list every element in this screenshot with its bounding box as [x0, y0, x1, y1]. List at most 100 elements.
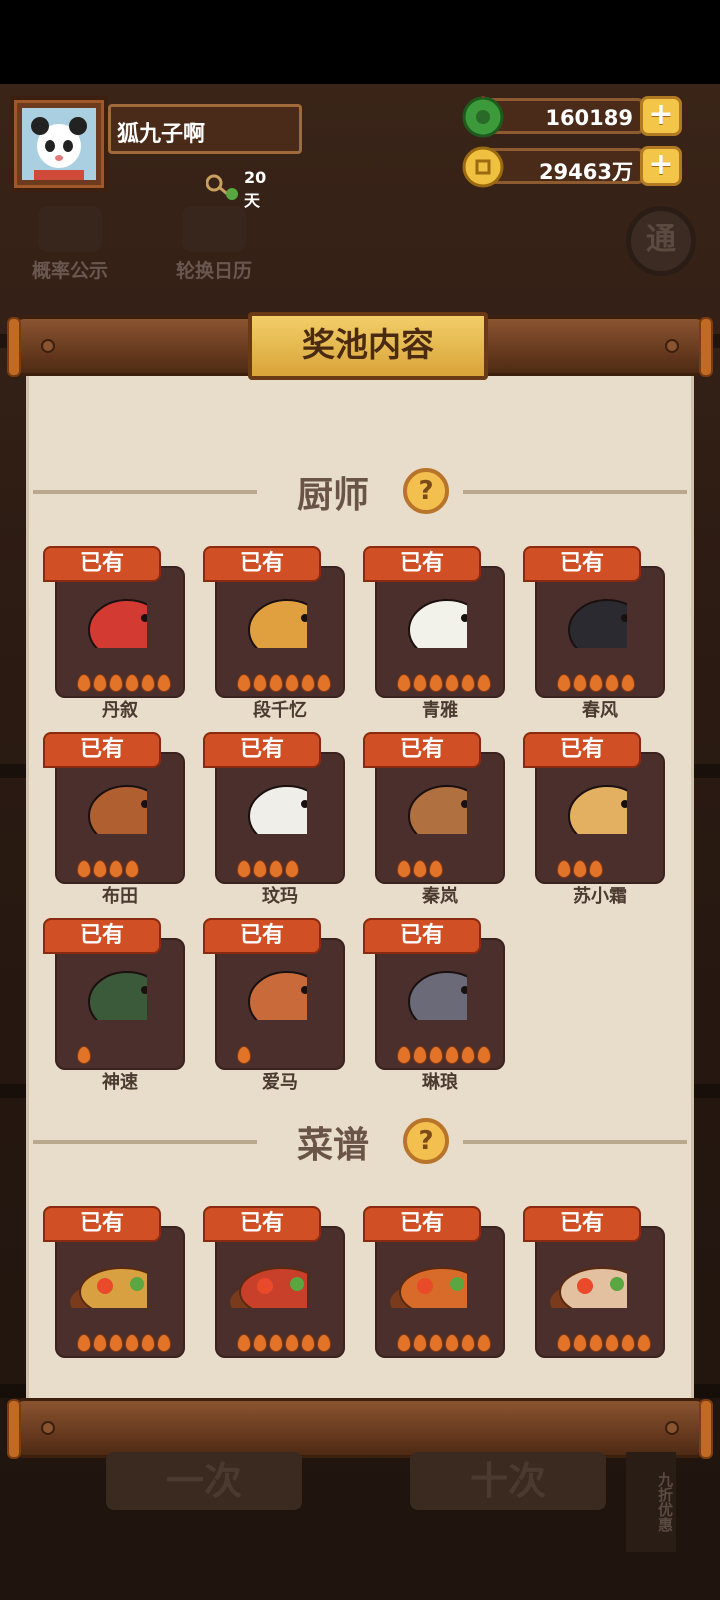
- flame-icon: [253, 860, 267, 878]
- flame-icon: [397, 1334, 411, 1352]
- rod-end: [7, 317, 21, 377]
- coin-currency[interactable]: 29463万 +: [462, 146, 682, 188]
- chef-card[interactable]: 已有 秦岚: [363, 732, 505, 907]
- key-icon: [205, 174, 240, 206]
- rod-end: [7, 1399, 21, 1459]
- rotation-calendar-button[interactable]: 轮换日历: [168, 206, 260, 283]
- divider: [463, 490, 687, 494]
- chef-card[interactable]: 已有苏小霜: [523, 732, 665, 907]
- chef-card[interactable]: 已有 丹叙: [43, 546, 185, 721]
- owned-badge: 已有: [363, 1206, 481, 1242]
- flame-icon: [413, 1334, 427, 1352]
- divider: [33, 490, 257, 494]
- rod-end: [699, 1399, 713, 1459]
- owned-badge: 已有: [203, 732, 321, 768]
- rarity-flames: [557, 860, 603, 878]
- flame-icon: [93, 860, 107, 878]
- recipe-card[interactable]: 已有: [363, 1206, 505, 1376]
- chef-card[interactable]: 已有 春风: [523, 546, 665, 721]
- chef-card[interactable]: 已有 段千忆: [203, 546, 345, 721]
- nail: [665, 1421, 679, 1435]
- flame-icon: [605, 674, 619, 692]
- flame-icon: [125, 674, 139, 692]
- flame-icon: [461, 1334, 475, 1352]
- flame-icon: [637, 1334, 651, 1352]
- chef-card[interactable]: 已有爱马: [203, 918, 345, 1093]
- owned-badge: 已有: [203, 1206, 321, 1242]
- owned-badge: 已有: [523, 732, 641, 768]
- flame-icon: [429, 1046, 443, 1064]
- coin-icon: [462, 146, 504, 188]
- flame-icon: [157, 674, 171, 692]
- owned-badge: 已有: [203, 918, 321, 954]
- flame-icon: [269, 674, 283, 692]
- flame-icon: [589, 1334, 603, 1352]
- draw-once-button[interactable]: 一次: [106, 1452, 302, 1510]
- flame-icon: [77, 1334, 91, 1352]
- player-name: 狐九子啊: [108, 104, 302, 154]
- card-portrait: [375, 566, 505, 698]
- add-coins-button[interactable]: +: [640, 146, 682, 186]
- flame-icon: [237, 860, 251, 878]
- owned-badge: 已有: [43, 546, 161, 582]
- scroll-bottom-rod: [7, 1398, 713, 1459]
- flame-icon: [109, 860, 123, 878]
- flame-icon: [157, 1334, 171, 1352]
- chef-card[interactable]: 已有 青雅: [363, 546, 505, 721]
- recipe-help-button[interactable]: ?: [403, 1118, 449, 1164]
- jade-currency[interactable]: 160189 +: [462, 94, 682, 138]
- probability-button[interactable]: 概率公示: [24, 206, 116, 283]
- chef-card[interactable]: 已有 神速: [43, 918, 185, 1093]
- coin-amount: 29463万: [484, 148, 644, 184]
- recipe-card[interactable]: 已有: [523, 1206, 665, 1376]
- exit-button[interactable]: 通: [626, 206, 696, 276]
- avatar-frame[interactable]: [10, 96, 108, 192]
- owned-badge: 已有: [43, 918, 161, 954]
- rarity-flames: [237, 1046, 251, 1064]
- flame-icon: [77, 860, 91, 878]
- chef-name: 玟玛: [262, 886, 298, 907]
- chef-name: 段千忆: [253, 700, 307, 721]
- owned-badge: 已有: [523, 546, 641, 582]
- card-portrait: [375, 938, 505, 1070]
- flame-icon: [573, 1334, 587, 1352]
- chef-name: 苏小霜: [573, 886, 627, 907]
- card-portrait: [215, 938, 345, 1070]
- draw-ten-button[interactable]: 十次: [410, 1452, 606, 1510]
- recipe-section-title: 菜谱: [297, 1125, 370, 1166]
- recipe-card[interactable]: 已有: [43, 1206, 185, 1376]
- flame-icon: [429, 674, 443, 692]
- flame-icon: [237, 1334, 251, 1352]
- card-portrait: [375, 752, 505, 884]
- chef-section-title: 厨师: [297, 475, 370, 516]
- login-days: 20天: [205, 168, 266, 211]
- chef-card[interactable]: 已有玟玛: [203, 732, 345, 907]
- probability-label: 概率公示: [31, 260, 108, 282]
- flame-icon: [77, 1046, 91, 1064]
- flame-icon: [109, 674, 123, 692]
- rarity-flames: [237, 860, 299, 878]
- flame-icon: [253, 674, 267, 692]
- flame-icon: [317, 674, 331, 692]
- chef-help-button[interactable]: ?: [403, 468, 449, 514]
- chef-name: 青雅: [422, 700, 458, 721]
- card-portrait: [375, 1226, 505, 1358]
- chef-card[interactable]: 已有 琳琅: [363, 918, 505, 1093]
- flame-icon: [557, 674, 571, 692]
- flame-icon: [301, 1334, 315, 1352]
- recipe-card[interactable]: 已有: [203, 1206, 345, 1376]
- owned-badge: 已有: [43, 1206, 161, 1242]
- rarity-flames: [397, 1334, 491, 1352]
- flame-icon: [253, 1334, 267, 1352]
- flame-icon: [237, 674, 251, 692]
- chef-card[interactable]: 已有 布田: [43, 732, 185, 907]
- owned-badge: 已有: [43, 732, 161, 768]
- flame-icon: [317, 1334, 331, 1352]
- rarity-flames: [557, 674, 635, 692]
- chef-name: 爱马: [262, 1072, 298, 1093]
- add-jade-button[interactable]: +: [640, 96, 682, 136]
- divider: [463, 1140, 687, 1144]
- rarity-flames: [397, 1046, 491, 1064]
- flame-icon: [621, 674, 635, 692]
- card-portrait: [215, 566, 345, 698]
